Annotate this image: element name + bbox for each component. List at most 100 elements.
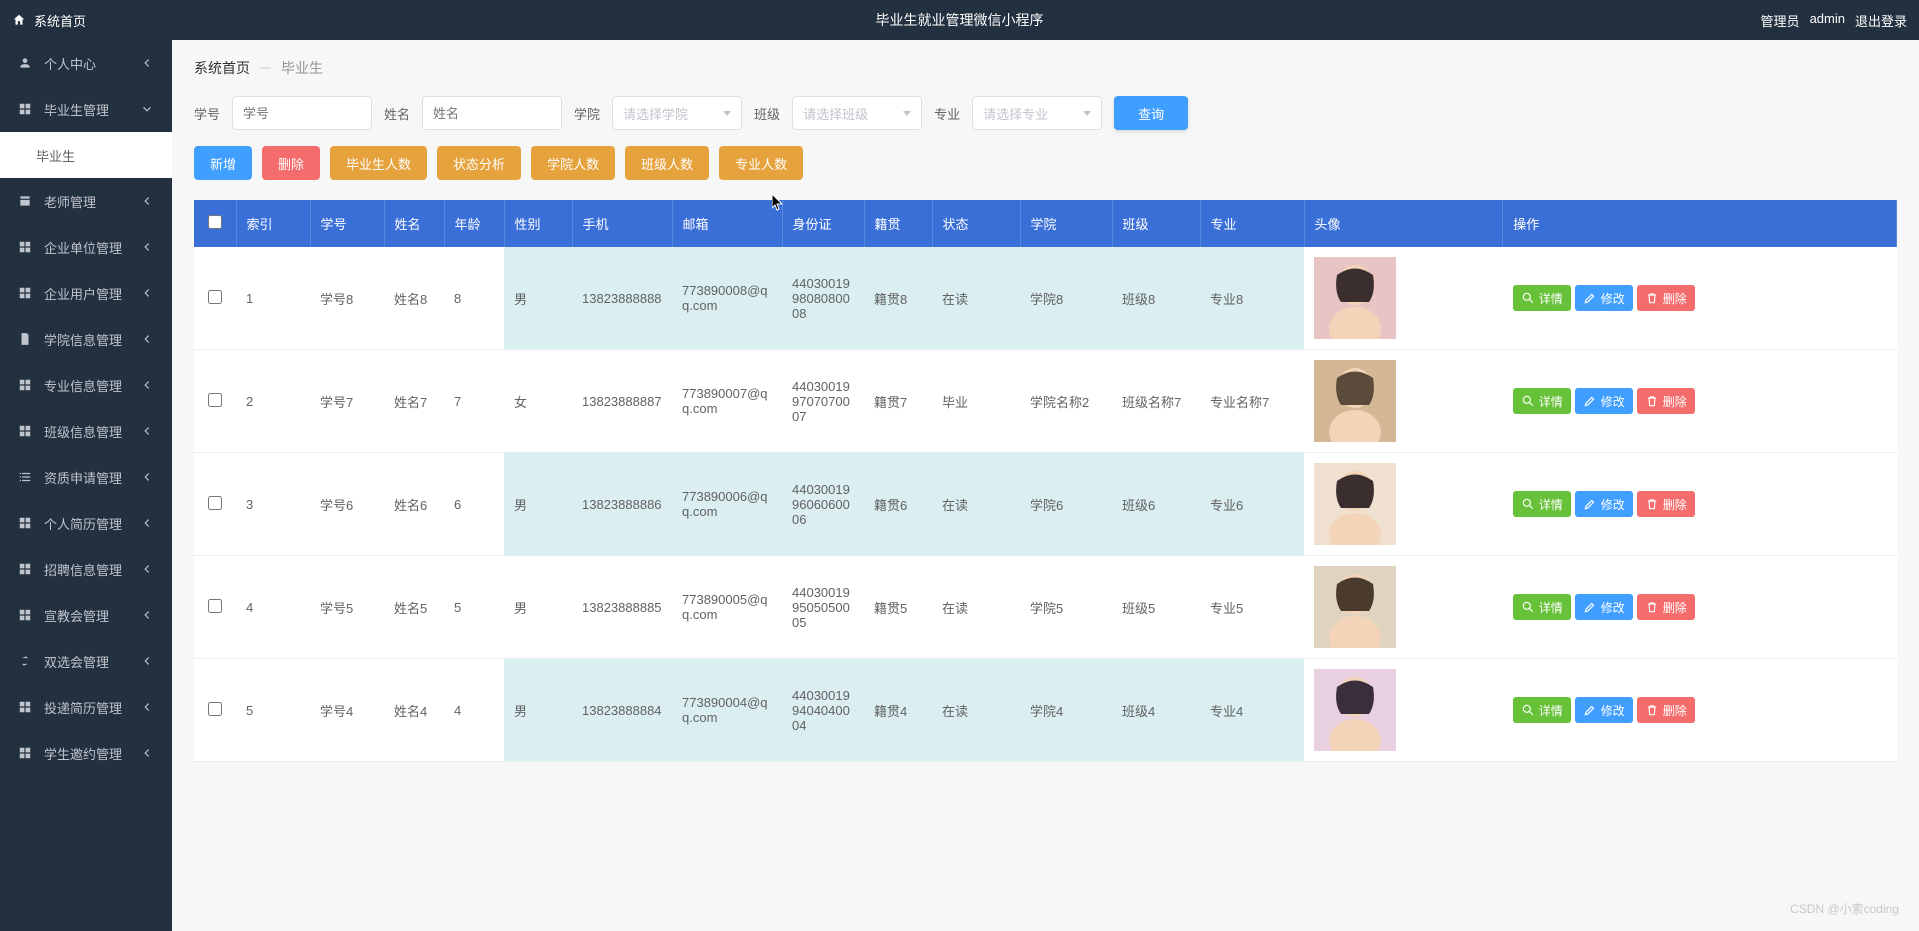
breadcrumb-sep: — [260, 62, 271, 74]
detail-button[interactable]: 详情 [1513, 388, 1571, 414]
edit-icon [1583, 600, 1597, 614]
grid-icon [18, 240, 32, 254]
header-home[interactable]: 系统首页 [12, 11, 172, 30]
swap-icon [18, 654, 32, 668]
cell-major: 专业8 [1200, 247, 1304, 350]
avatar [1314, 360, 1396, 442]
trash-icon [1645, 497, 1659, 511]
sidebar-item-label: 班级信息管理 [44, 422, 122, 441]
sidebar: 个人中心毕业生管理毕业生老师管理企业单位管理企业用户管理学院信息管理专业信息管理… [0, 40, 172, 931]
college-count-button[interactable]: 学院人数 [531, 146, 615, 180]
row-checkbox[interactable] [208, 599, 222, 613]
sidebar-item-14[interactable]: 投递简历管理 [0, 684, 172, 730]
search-label-class: 班级 [754, 104, 780, 123]
cell-college: 学院名称2 [1020, 350, 1112, 453]
sidebar-item-label: 个人中心 [44, 54, 96, 73]
cell-status: 在读 [932, 247, 1020, 350]
header-role: 管理员 [1761, 11, 1800, 30]
delete-button[interactable]: 删除 [262, 146, 320, 180]
sidebar-item-12[interactable]: 宣教会管理 [0, 592, 172, 638]
chevron-left-icon [140, 562, 154, 576]
row-delete-button[interactable]: 删除 [1637, 388, 1695, 414]
row-checkbox[interactable] [208, 290, 222, 304]
add-button[interactable]: 新增 [194, 146, 252, 180]
cell-idx: 4 [236, 556, 310, 659]
breadcrumb-home[interactable]: 系统首页 [194, 58, 250, 78]
chevron-left-icon [140, 240, 154, 254]
trash-icon [1645, 394, 1659, 408]
cell-age: 4 [444, 659, 504, 762]
cell-idcard: 440300199505050005 [782, 556, 864, 659]
chevron-left-icon [140, 470, 154, 484]
detail-button[interactable]: 详情 [1513, 594, 1571, 620]
sidebar-item-3[interactable]: 老师管理 [0, 178, 172, 224]
class-count-button[interactable]: 班级人数 [625, 146, 709, 180]
search-input-sno[interactable] [232, 96, 372, 130]
sidebar-item-8[interactable]: 班级信息管理 [0, 408, 172, 454]
logout-link[interactable]: 退出登录 [1855, 11, 1907, 30]
row-delete-button[interactable]: 删除 [1637, 697, 1695, 723]
row-delete-button[interactable]: 删除 [1637, 594, 1695, 620]
search-label-major: 专业 [934, 104, 960, 123]
sidebar-item-1[interactable]: 毕业生管理 [0, 86, 172, 132]
major-count-button[interactable]: 专业人数 [719, 146, 803, 180]
status-analysis-button[interactable]: 状态分析 [437, 146, 521, 180]
search-select-major[interactable]: 请选择专业 [972, 96, 1102, 130]
search-input-name[interactable] [422, 96, 562, 130]
graduate-count-button[interactable]: 毕业生人数 [330, 146, 427, 180]
cell-gender: 男 [504, 247, 572, 350]
chevron-left-icon [140, 332, 154, 346]
sidebar-item-2[interactable]: 毕业生 [0, 132, 172, 178]
edit-button[interactable]: 修改 [1575, 285, 1633, 311]
cell-origin: 籍贯8 [864, 247, 932, 350]
sidebar-item-13[interactable]: 双选会管理 [0, 638, 172, 684]
sidebar-item-4[interactable]: 企业单位管理 [0, 224, 172, 270]
cell-avatar [1304, 247, 1503, 350]
cell-age: 6 [444, 453, 504, 556]
edit-button[interactable]: 修改 [1575, 491, 1633, 517]
row-delete-button[interactable]: 删除 [1637, 285, 1695, 311]
trash-icon [1645, 703, 1659, 717]
cell-idx: 1 [236, 247, 310, 350]
sidebar-item-15[interactable]: 学生邀约管理 [0, 730, 172, 776]
sidebar-item-6[interactable]: 学院信息管理 [0, 316, 172, 362]
header-user[interactable]: admin [1810, 11, 1845, 30]
row-checkbox[interactable] [208, 496, 222, 510]
sidebar-item-10[interactable]: 个人简历管理 [0, 500, 172, 546]
sidebar-item-9[interactable]: 资质申请管理 [0, 454, 172, 500]
sidebar-item-label: 专业信息管理 [44, 376, 122, 395]
search-label-name: 姓名 [384, 104, 410, 123]
detail-button[interactable]: 详情 [1513, 285, 1571, 311]
cell-major: 专业名称7 [1200, 350, 1304, 453]
trash-icon [1645, 291, 1659, 305]
col-header: 学号 [310, 200, 384, 247]
sidebar-item-11[interactable]: 招聘信息管理 [0, 546, 172, 592]
edit-button[interactable]: 修改 [1575, 594, 1633, 620]
row-delete-button[interactable]: 删除 [1637, 491, 1695, 517]
row-checkbox[interactable] [208, 393, 222, 407]
detail-button[interactable]: 详情 [1513, 697, 1571, 723]
row-checkbox[interactable] [208, 702, 222, 716]
col-header: 手机 [572, 200, 672, 247]
search-select-college[interactable]: 请选择学院 [612, 96, 742, 130]
select-all-checkbox[interactable] [208, 215, 222, 229]
detail-button[interactable]: 详情 [1513, 491, 1571, 517]
search-icon [1521, 497, 1535, 511]
cell-ops: 详情修改删除 [1503, 247, 1897, 350]
sidebar-item-label: 投递简历管理 [44, 698, 122, 717]
sidebar-item-0[interactable]: 个人中心 [0, 40, 172, 86]
cell-idx: 3 [236, 453, 310, 556]
chevron-left-icon [140, 608, 154, 622]
query-button[interactable]: 查询 [1114, 96, 1188, 130]
cell-gender: 女 [504, 350, 572, 453]
sidebar-item-7[interactable]: 专业信息管理 [0, 362, 172, 408]
chevron-left-icon [140, 516, 154, 530]
edit-button[interactable]: 修改 [1575, 388, 1633, 414]
cell-origin: 籍贯6 [864, 453, 932, 556]
header-home-label: 系统首页 [34, 11, 86, 30]
edit-button[interactable]: 修改 [1575, 697, 1633, 723]
search-select-class[interactable]: 请选择班级 [792, 96, 922, 130]
header-title: 毕业生就业管理微信小程序 [876, 10, 1044, 30]
cell-gender: 男 [504, 556, 572, 659]
sidebar-item-5[interactable]: 企业用户管理 [0, 270, 172, 316]
